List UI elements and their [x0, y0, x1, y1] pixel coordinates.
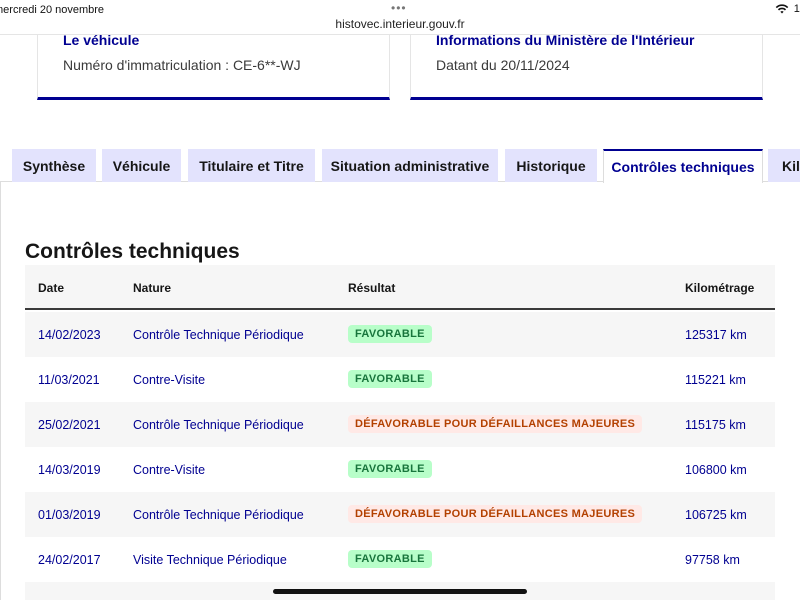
row-date: 14/02/2023 — [38, 328, 101, 342]
battery-level: 10 — [793, 3, 800, 15]
row-km: 106800 km — [685, 463, 747, 477]
result-badge: FAVORABLE — [348, 460, 432, 478]
tab-historique[interactable]: Historique — [505, 149, 597, 182]
tab-controles-techniques[interactable]: Contrôles techniques — [603, 149, 763, 183]
tab-synthese[interactable]: Synthèse — [12, 149, 96, 182]
vehicle-card: Le véhicule Numéro d'immatriculation : C… — [37, 32, 390, 100]
result-badge: DÉFAVORABLE POUR DÉFAILLANCES MAJEURES — [348, 505, 643, 523]
row-date: 11/03/2021 — [38, 373, 100, 387]
url-bar[interactable]: histovec.interieur.gouv.fr — [0, 17, 800, 31]
table-row: 11/03/2021 Contre-Visite FAVORABLE 11522… — [25, 357, 775, 402]
result-badge: FAVORABLE — [348, 325, 432, 343]
row-date: 14/03/2019 — [38, 463, 101, 477]
table-row: 14/02/2023 Contrôle Technique Périodique… — [25, 312, 775, 357]
row-nature: Contre-Visite — [133, 463, 206, 477]
vehicle-card-title: Le véhicule — [63, 32, 140, 48]
row-nature: Contrôle Technique Périodique — [133, 508, 304, 522]
row-result: DÉFAVORABLE POUR DÉFAILLANCES MAJEURES — [348, 415, 643, 433]
table-row: 14/03/2019 Contre-Visite FAVORABLE 10680… — [25, 447, 775, 492]
result-badge: FAVORABLE — [348, 550, 432, 568]
row-result: FAVORABLE — [348, 550, 432, 568]
row-km: 125317 km — [685, 328, 747, 342]
tab-titulaire-et-titre[interactable]: Titulaire et Titre — [188, 149, 315, 182]
browser-menu-dots[interactable]: ••• — [391, 1, 407, 15]
table-header: Date Nature Résultat Kilométrage — [25, 265, 775, 310]
row-nature: Contre-Visite — [133, 373, 206, 387]
header-km: Kilométrage — [685, 281, 755, 295]
row-nature: Contrôle Technique Périodique — [133, 418, 304, 432]
result-badge: DÉFAVORABLE POUR DÉFAILLANCES MAJEURES — [348, 415, 643, 433]
row-nature: Visite Technique Périodique — [133, 553, 287, 567]
result-badge: FAVORABLE — [348, 370, 432, 388]
row-km: 115221 km — [685, 373, 746, 387]
header-nature: Nature — [133, 281, 172, 295]
table-row: 24/02/2017 Visite Technique Périodique F… — [25, 537, 775, 582]
row-date: 25/02/2021 — [38, 418, 101, 432]
tab-situation-administrative[interactable]: Situation administrative — [322, 149, 498, 182]
data-date: Datant du 20/11/2024 — [436, 57, 570, 73]
table-row: 01/03/2019 Contrôle Technique Périodique… — [25, 492, 775, 537]
header-date: Date — [38, 281, 65, 295]
status-date: mercredi 20 novembre — [0, 4, 105, 16]
row-date: 24/02/2017 — [38, 553, 101, 567]
tab-bar: Synthèse Véhicule Titulaire et Titre Sit… — [0, 149, 800, 183]
row-result: DÉFAVORABLE POUR DÉFAILLANCES MAJEURES — [348, 505, 643, 523]
row-date: 01/03/2019 — [38, 508, 101, 522]
row-km: 115175 km — [685, 418, 746, 432]
row-result: FAVORABLE — [348, 460, 432, 478]
registration-number: Numéro d'immatriculation : CE-6**-WJ — [63, 57, 301, 73]
section-title: Contrôles techniques — [25, 240, 240, 263]
row-km: 97758 km — [685, 553, 740, 567]
home-indicator[interactable] — [273, 589, 527, 594]
row-km: 106725 km — [685, 508, 747, 522]
wifi-icon — [775, 4, 789, 14]
row-nature: Contrôle Technique Périodique — [133, 328, 304, 342]
ministry-card: Informations du Ministère de l'Intérieur… — [410, 32, 763, 100]
tab-vehicule[interactable]: Véhicule — [102, 149, 181, 182]
header-result: Résultat — [348, 281, 396, 295]
table-row: 25/02/2021 Contrôle Technique Périodique… — [25, 402, 775, 447]
ministry-card-title: Informations du Ministère de l'Intérieur — [436, 32, 695, 48]
status-right: 10 — [775, 3, 800, 15]
tab-kilometrage[interactable]: Kilo — [768, 149, 800, 182]
row-result: FAVORABLE — [348, 325, 432, 343]
row-result: FAVORABLE — [348, 370, 432, 388]
